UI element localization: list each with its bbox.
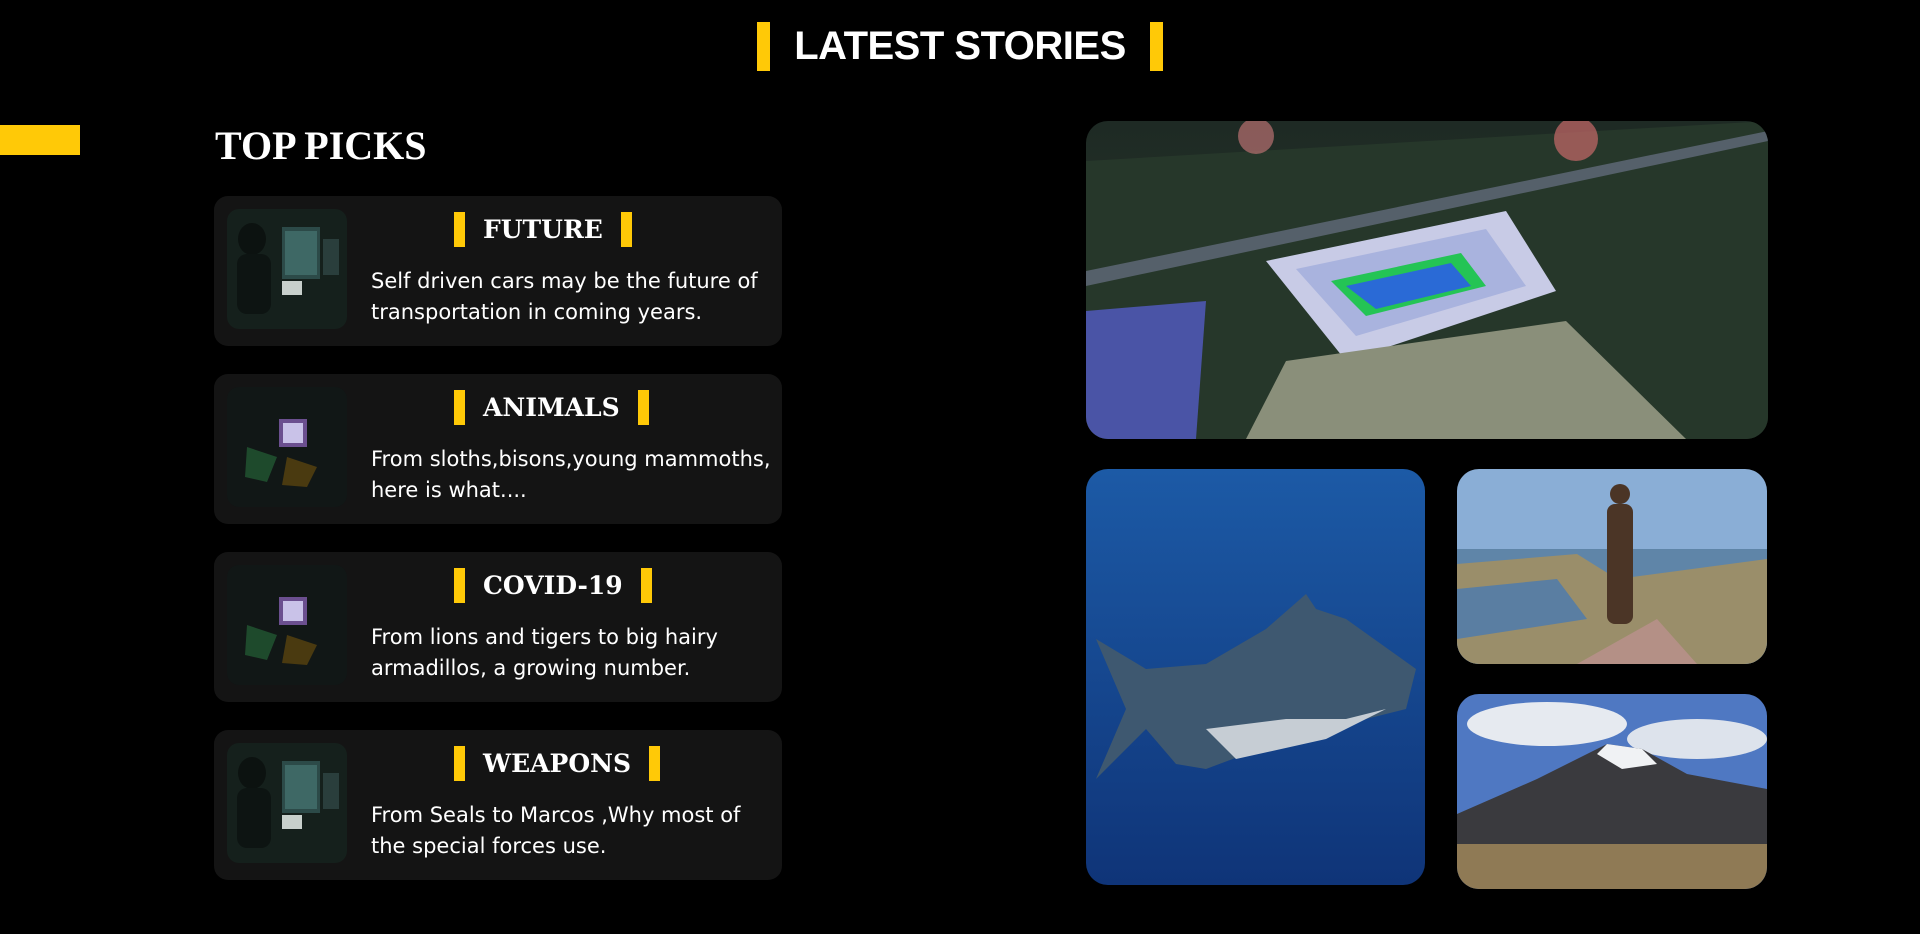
accent-bar (454, 746, 465, 781)
card-description: Self driven cars may be the future of tr… (371, 269, 758, 324)
card-thumbnail (227, 743, 347, 863)
accent-bar (640, 568, 652, 603)
story-card-list: FUTURE Self driven cars may be the futur… (214, 196, 782, 908)
section-header: LATEST STORIES (0, 22, 1920, 71)
accent-bar (454, 212, 465, 247)
card-header: WEAPONS (454, 746, 661, 781)
card-header: FUTURE (454, 212, 632, 247)
statue-image[interactable] (1457, 469, 1767, 664)
story-card-covid-19[interactable]: COVID-19 From lions and tigers to big ha… (214, 552, 782, 702)
card-thumbnail (227, 209, 347, 329)
card-description: From lions and tigers to big hairy armad… (371, 625, 718, 680)
page-title: LATEST STORIES (794, 24, 1126, 68)
top-picks-heading: TOP PICKS (215, 123, 427, 168)
story-card-weapons[interactable]: WEAPONS From Seals to Marcos ,Why most o… (214, 730, 782, 880)
header-accent-bar-left (757, 22, 771, 71)
story-card-animals[interactable]: ANIMALS From sloths,bisons,young mammoth… (214, 374, 782, 524)
left-accent-bar (0, 125, 80, 155)
card-title[interactable]: FUTURE (483, 215, 603, 244)
accent-bar (637, 390, 649, 425)
card-description: From Seals to Marcos ,Why most of the sp… (371, 803, 741, 858)
mountain-image[interactable] (1457, 694, 1767, 889)
card-title[interactable]: ANIMALS (483, 393, 620, 422)
card-thumbnail (227, 387, 347, 507)
card-thumbnail (227, 565, 347, 685)
shark-image[interactable] (1086, 469, 1425, 885)
card-description: From sloths,bisons,young mammoths, here … (371, 447, 771, 502)
story-card-future[interactable]: FUTURE Self driven cars may be the futur… (214, 196, 782, 346)
header-accent-bar-right (1149, 22, 1163, 71)
accent-bar (454, 390, 465, 425)
card-title[interactable]: WEAPONS (483, 749, 631, 778)
accent-bar (454, 568, 465, 603)
card-header: ANIMALS (454, 390, 649, 425)
stadium-image[interactable] (1086, 121, 1768, 439)
accent-bar (620, 212, 632, 247)
accent-bar (649, 746, 661, 781)
card-title[interactable]: COVID-19 (483, 571, 623, 600)
card-header: COVID-19 (454, 568, 652, 603)
